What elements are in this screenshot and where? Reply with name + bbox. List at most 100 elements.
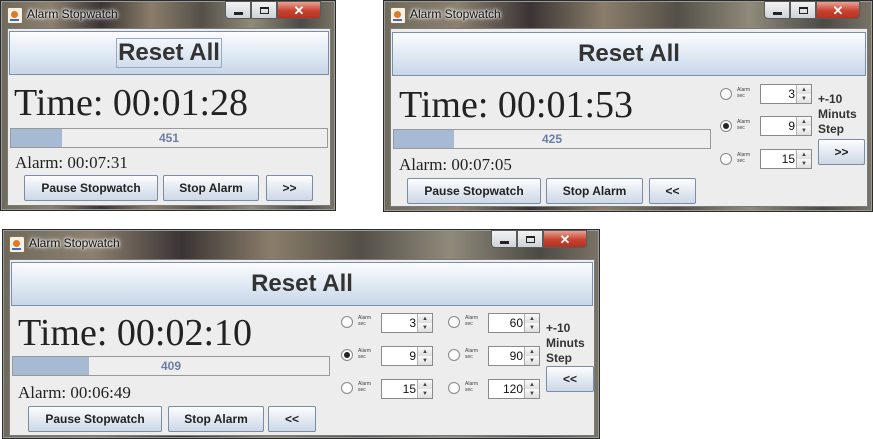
progress-value: 425: [541, 132, 563, 146]
minimize-icon: [499, 240, 509, 244]
alarm-seconds-spinner-2[interactable]: 9 ▲ ▼: [381, 346, 433, 366]
spinner-down-icon[interactable]: ▼: [797, 159, 811, 168]
preset-radio-2[interactable]: [720, 120, 732, 132]
close-icon: ✕: [293, 2, 305, 18]
window-content: Reset All Time: 00:01:28 451 Alarm: 00:0…: [7, 28, 331, 206]
alarm-progress-bar: 409: [12, 356, 330, 376]
stopwatch-window-compact: Alarm Stopwatch ✕ Reset All Time: 00:01:…: [0, 0, 336, 211]
pause-stopwatch-button[interactable]: Pause Stopwatch: [28, 406, 162, 432]
title-bar[interactable]: Alarm Stopwatch ✕: [384, 1, 872, 28]
alarm-seconds-spinner-4[interactable]: 60 ▲ ▼: [488, 313, 540, 333]
reset-all-button[interactable]: Reset All: [392, 32, 866, 76]
preset-radio-3[interactable]: [341, 382, 353, 394]
time-display: Time: 00:01:53: [399, 84, 634, 126]
spinner-value: 90: [509, 349, 523, 363]
close-button[interactable]: ✕: [543, 230, 587, 248]
window-title: Alarm Stopwatch: [27, 7, 118, 21]
spinner-value: 15: [781, 152, 795, 166]
minimize-button[interactable]: [225, 1, 251, 19]
preset-radio-1[interactable]: [720, 88, 732, 100]
progress-value: 451: [158, 131, 180, 145]
maximize-button[interactable]: [517, 230, 543, 248]
preset-mini-label-4: Alarm sec: [465, 315, 479, 327]
maximize-icon: [259, 6, 269, 14]
progress-value: 409: [160, 359, 182, 373]
spinner-value: 15: [402, 382, 416, 396]
preset-radio-2[interactable]: [341, 349, 353, 361]
spinner-down-icon[interactable]: ▼: [525, 389, 539, 398]
step-label: +-10 Minuts Step: [546, 321, 585, 365]
alarm-display: Alarm: 00:07:05: [399, 155, 512, 174]
java-coffee-cup-icon: [7, 7, 23, 24]
preset-mini-label-2: Alarm sec: [737, 119, 751, 131]
preset-mini-label-6: Alarm sec: [465, 381, 479, 393]
spinner-down-icon[interactable]: ▼: [418, 323, 432, 332]
window-title: Alarm Stopwatch: [410, 7, 501, 21]
alarm-display: Alarm: 00:06:49: [18, 383, 131, 402]
spinner-value: 9: [788, 119, 795, 133]
close-button[interactable]: ✕: [277, 1, 321, 19]
pause-stopwatch-button[interactable]: Pause Stopwatch: [407, 178, 541, 204]
step-button[interactable]: >>: [818, 139, 865, 165]
minimize-button[interactable]: [491, 230, 517, 248]
expand-presets-button[interactable]: >>: [266, 175, 313, 201]
maximize-icon: [798, 6, 808, 14]
stop-alarm-button[interactable]: Stop Alarm: [546, 178, 643, 204]
window-title: Alarm Stopwatch: [29, 236, 120, 250]
maximize-button[interactable]: [790, 1, 816, 19]
alarm-seconds-spinner-2[interactable]: 9 ▲ ▼: [760, 116, 812, 136]
window-content: Reset All Time: 00:01:53 425 Alarm: 00:0…: [390, 28, 868, 207]
preset-radio-5[interactable]: [448, 349, 460, 361]
window-content: Reset All Time: 00:02:10 409 Alarm: 00:0…: [9, 259, 595, 436]
preset-radio-6[interactable]: [448, 382, 460, 394]
alarm-seconds-spinner-3[interactable]: 15 ▲ ▼: [381, 379, 433, 399]
alarm-display: Alarm: 00:07:31: [15, 153, 128, 172]
spinner-down-icon[interactable]: ▼: [418, 389, 432, 398]
stop-alarm-button[interactable]: Stop Alarm: [168, 406, 264, 432]
spinner-value: 3: [788, 87, 795, 101]
title-bar[interactable]: Alarm Stopwatch ✕: [1, 1, 335, 28]
alarm-progress-bar: 425: [393, 129, 711, 149]
title-bar[interactable]: Alarm Stopwatch ✕: [3, 230, 599, 257]
time-display: Time: 00:02:10: [18, 312, 253, 354]
time-display: Time: 00:01:28: [14, 82, 249, 124]
close-icon: ✕: [832, 2, 844, 18]
maximize-button[interactable]: [251, 1, 277, 19]
alarm-seconds-spinner-6[interactable]: 120 ▲ ▼: [488, 379, 540, 399]
spinner-down-icon[interactable]: ▼: [525, 356, 539, 365]
minimize-button[interactable]: [764, 1, 790, 19]
spinner-down-icon[interactable]: ▼: [797, 126, 811, 135]
preset-mini-label-3: Alarm sec: [358, 381, 372, 393]
reset-all-button[interactable]: Reset All: [9, 31, 329, 75]
collapse-presets-button[interactable]: <<: [649, 178, 696, 204]
stopwatch-window-presets: Alarm Stopwatch ✕ Reset All Time: 00:01:…: [383, 0, 873, 212]
close-button[interactable]: ✕: [816, 1, 860, 19]
close-icon: ✕: [559, 231, 571, 247]
reset-all-label: Reset All: [116, 38, 222, 68]
preset-mini-label-3: Alarm sec: [737, 152, 751, 164]
alarm-seconds-spinner-1[interactable]: 3 ▲ ▼: [760, 84, 812, 104]
spinner-value: 60: [509, 316, 523, 330]
alarm-seconds-spinner-3[interactable]: 15 ▲ ▼: [760, 149, 812, 169]
spinner-down-icon[interactable]: ▼: [525, 323, 539, 332]
preset-mini-label-1: Alarm sec: [737, 87, 751, 99]
alarm-seconds-spinner-5[interactable]: 90 ▲ ▼: [488, 346, 540, 366]
reset-all-label: Reset All: [251, 270, 353, 297]
preset-mini-label-1: Alarm sec: [358, 315, 372, 327]
preset-radio-4[interactable]: [448, 316, 460, 328]
spinner-down-icon[interactable]: ▼: [418, 356, 432, 365]
preset-radio-1[interactable]: [341, 316, 353, 328]
minimize-icon: [233, 11, 243, 15]
stop-alarm-button[interactable]: Stop Alarm: [163, 175, 259, 201]
reset-all-button[interactable]: Reset All: [11, 262, 593, 306]
spinner-value: 9: [409, 349, 416, 363]
minimize-icon: [772, 11, 782, 15]
alarm-seconds-spinner-1[interactable]: 3 ▲ ▼: [381, 313, 433, 333]
step-button[interactable]: <<: [546, 366, 594, 392]
java-coffee-cup-icon: [9, 236, 25, 253]
collapse-presets-button[interactable]: <<: [268, 406, 316, 432]
spinner-down-icon[interactable]: ▼: [797, 94, 811, 103]
pause-stopwatch-button[interactable]: Pause Stopwatch: [24, 175, 158, 201]
preset-radio-3[interactable]: [720, 153, 732, 165]
maximize-icon: [525, 235, 535, 243]
